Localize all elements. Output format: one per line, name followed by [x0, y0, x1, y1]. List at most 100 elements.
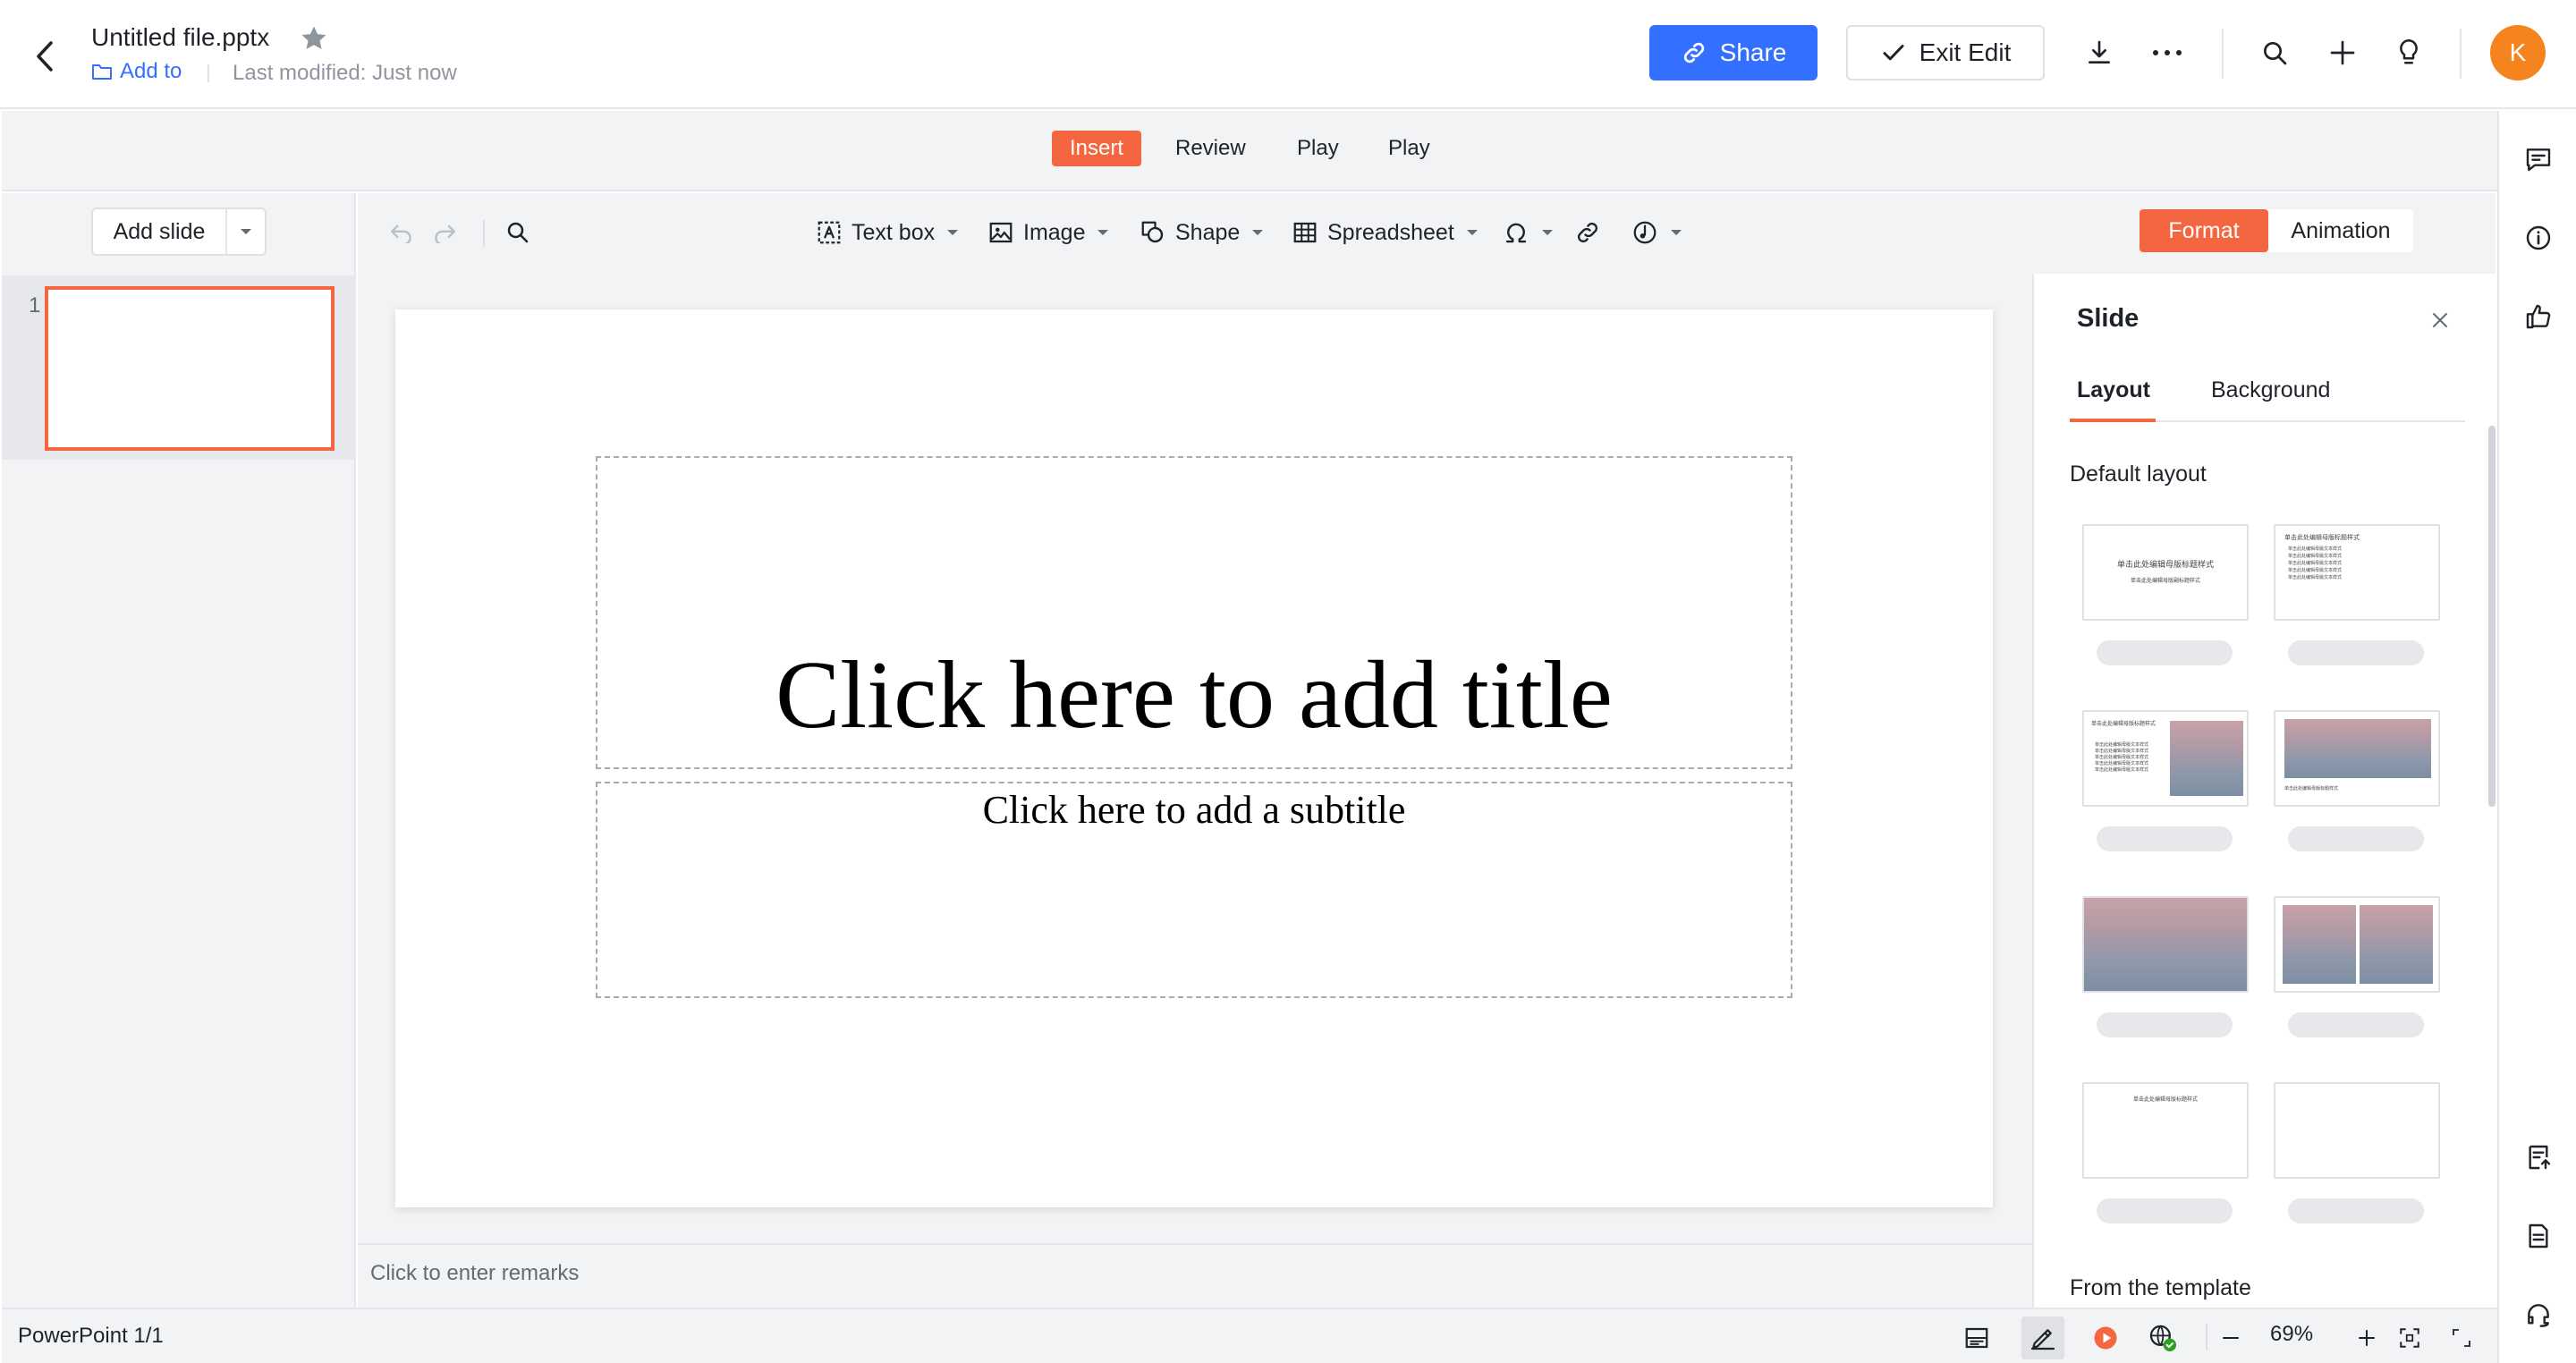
- layout-text-image[interactable]: 单击此处编辑母版标题样式 单击此处编辑母版文本样式 单击此处编辑母版文本样式 单…: [2082, 710, 2249, 807]
- text-box-icon: [818, 221, 841, 244]
- layout-image-caption[interactable]: 单击此处编辑母版标题样式: [2274, 710, 2440, 807]
- add-slide-dropdown[interactable]: [227, 209, 265, 254]
- layout-two-images[interactable]: [2274, 896, 2440, 993]
- close-icon[interactable]: [2420, 301, 2460, 340]
- document-icon[interactable]: [2519, 1216, 2558, 1256]
- shape-icon: [1141, 221, 1164, 243]
- layout-preview-bullets: 单击此处编辑母版文本样式 单击此处编辑母版文本样式 单击此处编辑母版文本样式 单…: [2095, 742, 2148, 774]
- find-button[interactable]: [504, 213, 531, 252]
- panel-scrollbar[interactable]: [2488, 426, 2496, 807]
- add-to-link[interactable]: Add to: [91, 59, 182, 84]
- panel-title: Slide: [2077, 304, 2140, 333]
- header-separator: [2222, 29, 2224, 79]
- layout-title-content[interactable]: 单击此处编辑母版标题样式 单击此处编辑母版文本样式 单击此处编辑母版文本样式 单…: [2274, 524, 2440, 621]
- file-title[interactable]: Untitled file.pptx: [91, 23, 269, 52]
- layout-full-image[interactable]: [2082, 896, 2249, 993]
- layout-preview-title: 单击此处编辑母版标题样式: [2116, 561, 2214, 570]
- tab-play-2[interactable]: Play: [1370, 131, 1448, 166]
- bullet-line: 单击此处编辑母版文本样式: [2095, 742, 2149, 748]
- layout-label: [2097, 1198, 2233, 1223]
- shape-label: Shape: [1175, 219, 1241, 245]
- share-button[interactable]: Share: [1649, 25, 1818, 80]
- subtitle-placeholder-text: Click here to add a subtitle: [982, 788, 1406, 832]
- layout-preview-title: 单击此处编辑母版标题样式: [2091, 721, 2157, 727]
- exit-edit-label: Exit Edit: [1919, 38, 2012, 66]
- zoom-out-icon[interactable]: [2213, 1320, 2249, 1356]
- layout-preview-subtitle: 单击此处编辑母版副标题样式: [2130, 578, 2200, 584]
- right-rail: [2497, 111, 2576, 1363]
- caret-down-icon: [1466, 230, 1478, 235]
- layout-preview-title: 单击此处编辑母版标题样式: [2284, 534, 2360, 541]
- fullscreen-icon[interactable]: [2444, 1320, 2479, 1356]
- shape-button[interactable]: Shape: [1140, 213, 1264, 252]
- more-icon[interactable]: [2145, 30, 2190, 75]
- layout-label: [2097, 1012, 2233, 1037]
- exit-edit-button[interactable]: Exit Edit: [1846, 25, 2045, 80]
- subtitle-placeholder[interactable]: Click here to add a subtitle: [596, 782, 1792, 998]
- undo-button[interactable]: [388, 213, 415, 252]
- last-modified-text: Last modified: Just now: [233, 61, 457, 85]
- redo-button[interactable]: [431, 213, 458, 252]
- toolbar-divider: [483, 220, 485, 247]
- text-box-button[interactable]: Text box: [816, 213, 959, 252]
- tab-background[interactable]: Background: [2211, 377, 2330, 403]
- format-animation-switch: Format Animation: [2140, 209, 2413, 252]
- status-divider: [2206, 1324, 2207, 1350]
- slide-thumbnail-row[interactable]: 1: [2, 275, 356, 460]
- tab-layout[interactable]: Layout: [2077, 377, 2150, 403]
- audio-button[interactable]: [1631, 213, 1682, 252]
- headset-icon[interactable]: [2519, 1295, 2558, 1334]
- title-placeholder[interactable]: Click here to add title: [596, 456, 1792, 769]
- add-slide-button[interactable]: Add slide: [93, 209, 227, 254]
- bullet-line: 单击此处编辑母版文本样式: [2288, 561, 2343, 566]
- bullet-line: 单击此处编辑母版文本样式: [2288, 546, 2343, 552]
- info-icon[interactable]: [2519, 218, 2558, 258]
- format-tab[interactable]: Format: [2140, 209, 2268, 252]
- zoom-in-icon[interactable]: [2349, 1320, 2385, 1356]
- thumbs-up-icon[interactable]: [2519, 297, 2558, 336]
- bullet-line: 单击此处编辑母版文本样式: [2288, 554, 2343, 559]
- symbol-button[interactable]: [1503, 213, 1553, 252]
- layout-blank[interactable]: [2274, 1082, 2440, 1179]
- tab-play[interactable]: Play: [1279, 131, 1357, 166]
- music-icon: [1633, 221, 1657, 244]
- back-button[interactable]: [23, 34, 68, 79]
- search-icon[interactable]: [2252, 30, 2297, 75]
- table-icon: [1293, 222, 1317, 243]
- layout-preview-caption: 单击此处编辑母版标题样式: [2284, 786, 2339, 792]
- layout-title-only[interactable]: 单击此处编辑母版标题样式: [2082, 1082, 2249, 1179]
- layout-label: [2288, 1012, 2424, 1037]
- layout-preview-bullets: 单击此处编辑母版文本样式 单击此处编辑母版文本样式 单击此处编辑母版文本样式 单…: [2288, 546, 2342, 581]
- slide-thumbnail[interactable]: [45, 286, 335, 451]
- play-slideshow-icon[interactable]: [2088, 1320, 2123, 1356]
- bullet-line: 单击此处编辑母版文本样式: [2095, 755, 2149, 760]
- pen-icon[interactable]: [2021, 1316, 2064, 1359]
- lightbulb-icon[interactable]: [2386, 30, 2431, 75]
- caret-down-icon: [947, 230, 959, 235]
- caret-down-icon: [1252, 230, 1264, 235]
- star-icon[interactable]: [299, 23, 329, 54]
- notes-view-icon[interactable]: [1959, 1320, 1995, 1356]
- image-button[interactable]: Image: [987, 213, 1109, 252]
- spreadsheet-button[interactable]: Spreadsheet: [1292, 213, 1478, 252]
- share-label: Share: [1719, 38, 1787, 66]
- zoom-level[interactable]: 69%: [2270, 1322, 2313, 1347]
- slide-number: 1: [29, 293, 41, 317]
- layout-title-slide[interactable]: 单击此处编辑母版标题样式 单击此处编辑母版副标题样式: [2082, 524, 2249, 621]
- mountain-image: [2284, 719, 2431, 778]
- comment-icon[interactable]: [2519, 140, 2558, 179]
- avatar[interactable]: K: [2490, 25, 2546, 80]
- notes-upload-icon[interactable]: [2519, 1138, 2558, 1177]
- plus-icon[interactable]: [2320, 30, 2365, 75]
- fit-to-window-icon[interactable]: [2392, 1320, 2428, 1356]
- globe-check-icon[interactable]: [2145, 1320, 2181, 1356]
- tab-review[interactable]: Review: [1157, 131, 1264, 166]
- template-heading: From the template: [2070, 1275, 2251, 1300]
- image-icon: [989, 222, 1013, 243]
- animation-tab[interactable]: Animation: [2268, 209, 2413, 252]
- remarks-input[interactable]: Click to enter remarks: [358, 1243, 2032, 1308]
- download-icon[interactable]: [2077, 30, 2122, 75]
- bullet-line: 单击此处编辑母版文本样式: [2288, 575, 2343, 580]
- tab-insert[interactable]: Insert: [1052, 131, 1142, 166]
- link-button[interactable]: [1574, 213, 1601, 252]
